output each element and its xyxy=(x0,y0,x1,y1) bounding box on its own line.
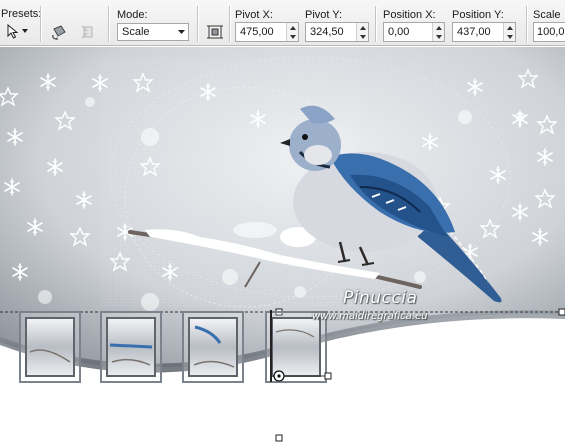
spin-up-icon[interactable] xyxy=(357,23,368,32)
toolbar-separator xyxy=(229,6,230,42)
chevron-down-icon xyxy=(174,24,188,40)
spin-down-icon[interactable] xyxy=(287,32,298,41)
position-y-label: Position Y: xyxy=(452,9,504,21)
position-y-value[interactable]: 437,00 xyxy=(453,26,503,38)
mode-select-value: Scale xyxy=(122,26,150,38)
toolbar-separator xyxy=(375,6,376,42)
position-x-input[interactable]: 0,00 xyxy=(383,22,445,42)
pick-tool-options-toolbar: Presets: Mode: Scale Pivot X: 475,00 Piv… xyxy=(0,0,565,46)
pivot-x-label: Pivot X: xyxy=(235,9,273,21)
thumbnail-frame-2 xyxy=(100,311,162,383)
canvas-artwork xyxy=(0,47,565,442)
spin-down-icon[interactable] xyxy=(504,32,515,41)
pick-tool-arrow-icon xyxy=(6,23,20,39)
spin-up-icon[interactable] xyxy=(504,23,515,32)
position-x-label: Position X: xyxy=(383,9,436,21)
chevron-down-icon xyxy=(22,29,28,33)
image-canvas[interactable]: Pinuccia www.maidiregrafica.eu xyxy=(0,47,565,442)
pivot-y-input[interactable]: 324,50 xyxy=(305,22,369,42)
watermark-name: Pinuccia xyxy=(343,288,418,308)
presets-label: Presets: xyxy=(1,8,42,20)
spin-down-icon[interactable] xyxy=(433,32,444,41)
toolbar-separator xyxy=(40,6,41,42)
spin-up-icon[interactable] xyxy=(287,23,298,32)
pivot-y-label: Pivot Y: xyxy=(305,9,343,21)
toolbar-separator xyxy=(197,6,198,42)
thumbnail-frame-1 xyxy=(19,311,81,383)
rotate-object-icon[interactable] xyxy=(49,22,69,42)
spin-down-icon[interactable] xyxy=(357,32,368,41)
mode-select[interactable]: Scale xyxy=(117,23,189,41)
reset-object-icon[interactable] xyxy=(78,22,98,42)
scale-value[interactable]: 100,0 xyxy=(534,26,565,38)
watermark-url: www.maidiregrafica.eu xyxy=(312,311,428,322)
thumbnail-frame-3 xyxy=(182,311,244,383)
toolbar-separator xyxy=(526,6,527,42)
position-x-value[interactable]: 0,00 xyxy=(384,26,432,38)
position-y-input[interactable]: 437,00 xyxy=(452,22,516,42)
position-grid-icon[interactable] xyxy=(205,22,225,42)
pivot-x-value[interactable]: 475,00 xyxy=(236,26,286,38)
mode-label: Mode: xyxy=(117,9,148,21)
toolbar-separator xyxy=(108,6,109,42)
presets-dropdown-button[interactable] xyxy=(6,23,32,39)
spin-up-icon[interactable] xyxy=(433,23,444,32)
pivot-x-input[interactable]: 475,00 xyxy=(235,22,299,42)
pivot-y-value[interactable]: 324,50 xyxy=(306,26,356,38)
scale-label: Scale xyxy=(533,9,561,21)
scale-input[interactable]: 100,0 xyxy=(533,22,565,42)
